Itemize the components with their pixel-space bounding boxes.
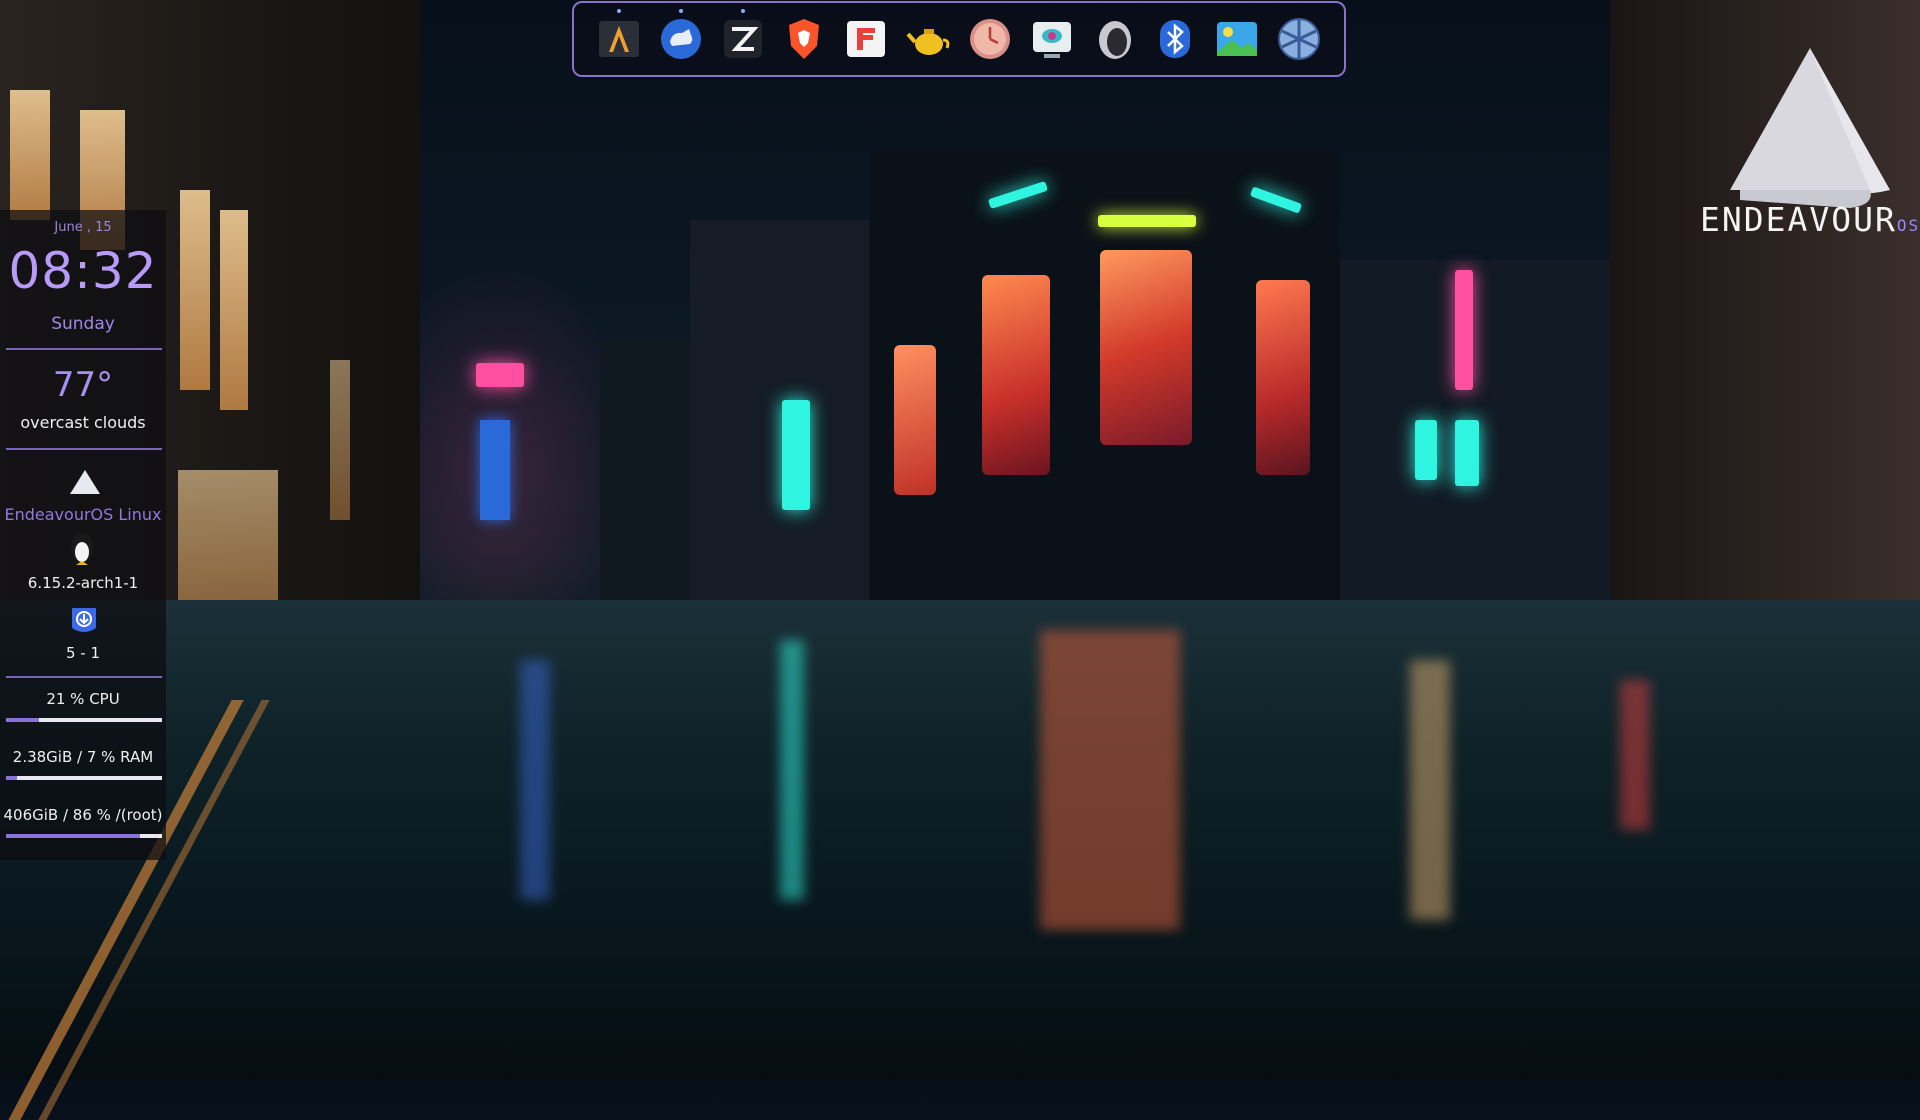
wallpaper-neon-sign: [1249, 186, 1303, 214]
alacritty-icon: [599, 21, 639, 57]
divider: [6, 448, 162, 450]
wallpaper-building-right-mid: [1340, 260, 1610, 600]
dock-item-brave[interactable]: [779, 14, 829, 64]
wallpaper: [0, 0, 1920, 1120]
divider: [6, 676, 162, 678]
wallpaper-neon-sign: [987, 180, 1049, 210]
day-label: Sunday: [51, 314, 115, 334]
dock-item-bluetooth[interactable]: [1150, 14, 1200, 64]
temperature: 77°: [52, 365, 114, 405]
running-indicator: [740, 9, 745, 13]
wordmark-main: ENDEAVOUR: [1700, 200, 1897, 239]
wallpaper-billboard: [1256, 280, 1310, 475]
running-indicator: [617, 9, 621, 13]
wallpaper-billboard: [982, 275, 1050, 475]
updates-count: 5 - 1: [65, 644, 101, 662]
dock-item-alacritty[interactable]: [594, 9, 644, 64]
endeavouros-wordmark: ENDEAVOUROS: [1700, 200, 1918, 239]
system-info-widget: June , 15 08:32 Sunday 77° overcast clou…: [0, 210, 166, 860]
file-manager-icon: [660, 19, 701, 59]
dock-item-network[interactable]: [1274, 14, 1324, 64]
ram-usage-label: 2.38GiB / 7 % RAM: [12, 748, 154, 766]
clock-icon: [969, 19, 1010, 59]
teapot-icon: [906, 29, 950, 55]
wallpaper-building-center: [870, 150, 1340, 610]
running-indicator: [678, 9, 683, 13]
speaker-icon: [1098, 21, 1131, 59]
tux-penguin-icon: [71, 533, 93, 565]
wallpaper-neon-sign: [480, 420, 510, 520]
wallpaper-billboard: [894, 345, 936, 495]
wallpaper-neon-sign: [1455, 420, 1479, 486]
wallpaper-neon-sign: [1098, 215, 1196, 227]
wallpaper-building-far: [600, 340, 710, 600]
kernel-version: 6.15.2-arch1-1: [27, 574, 139, 592]
dock-item-monitor[interactable]: [1027, 14, 1077, 64]
dock-item-audio[interactable]: [1089, 14, 1139, 64]
os-name: EndeavourOS Linux: [4, 505, 162, 524]
cpu-usage-label: 21 % CPU: [46, 690, 120, 708]
dock-item-teapot[interactable]: [903, 14, 953, 64]
weather-description: overcast clouds: [20, 413, 146, 432]
clock-time: 08:32: [8, 242, 158, 300]
wallpaper-neon-sign: [476, 363, 524, 387]
image-viewer-icon: [1217, 22, 1258, 56]
flatpak-store-icon: [847, 21, 886, 57]
wallpaper-street: [0, 600, 1920, 1080]
monitor-icon: [1032, 22, 1071, 58]
dock-item-files[interactable]: [656, 9, 706, 64]
update-package-icon: [72, 608, 96, 632]
disk-usage-fill: [6, 834, 141, 838]
dock-item-zed[interactable]: [718, 9, 768, 64]
ram-usage-bar: [6, 776, 162, 780]
endeavouros-mini-logo-icon: [70, 470, 100, 494]
cpu-usage-fill: [6, 718, 39, 722]
wordmark-accent: OS: [1896, 216, 1920, 235]
bluetooth-icon: [1160, 20, 1191, 58]
wallpaper-neon-sign: [782, 400, 810, 510]
dock: [572, 1, 1346, 77]
wallpaper-neon-sign: [1415, 420, 1437, 480]
zed-editor-icon: [723, 20, 762, 58]
disk-usage-bar: [6, 834, 162, 838]
divider: [6, 348, 162, 350]
wallpaper-neon-sign: [1455, 270, 1473, 390]
date-label: June , 15: [54, 220, 112, 235]
cpu-usage-bar: [6, 718, 162, 722]
dock-item-flatpak[interactable]: [841, 14, 891, 64]
brave-browser-icon: [789, 19, 820, 59]
disk-usage-label: 406GiB / 86 % /(root): [3, 806, 163, 824]
dock-item-clock[interactable]: [965, 14, 1015, 64]
wallpaper-billboard: [1100, 250, 1192, 445]
ram-usage-fill: [6, 776, 17, 780]
dock-item-image-viewer[interactable]: [1212, 14, 1262, 64]
wallpaper-building-mid: [690, 220, 890, 600]
network-globe-icon: [1277, 18, 1320, 60]
